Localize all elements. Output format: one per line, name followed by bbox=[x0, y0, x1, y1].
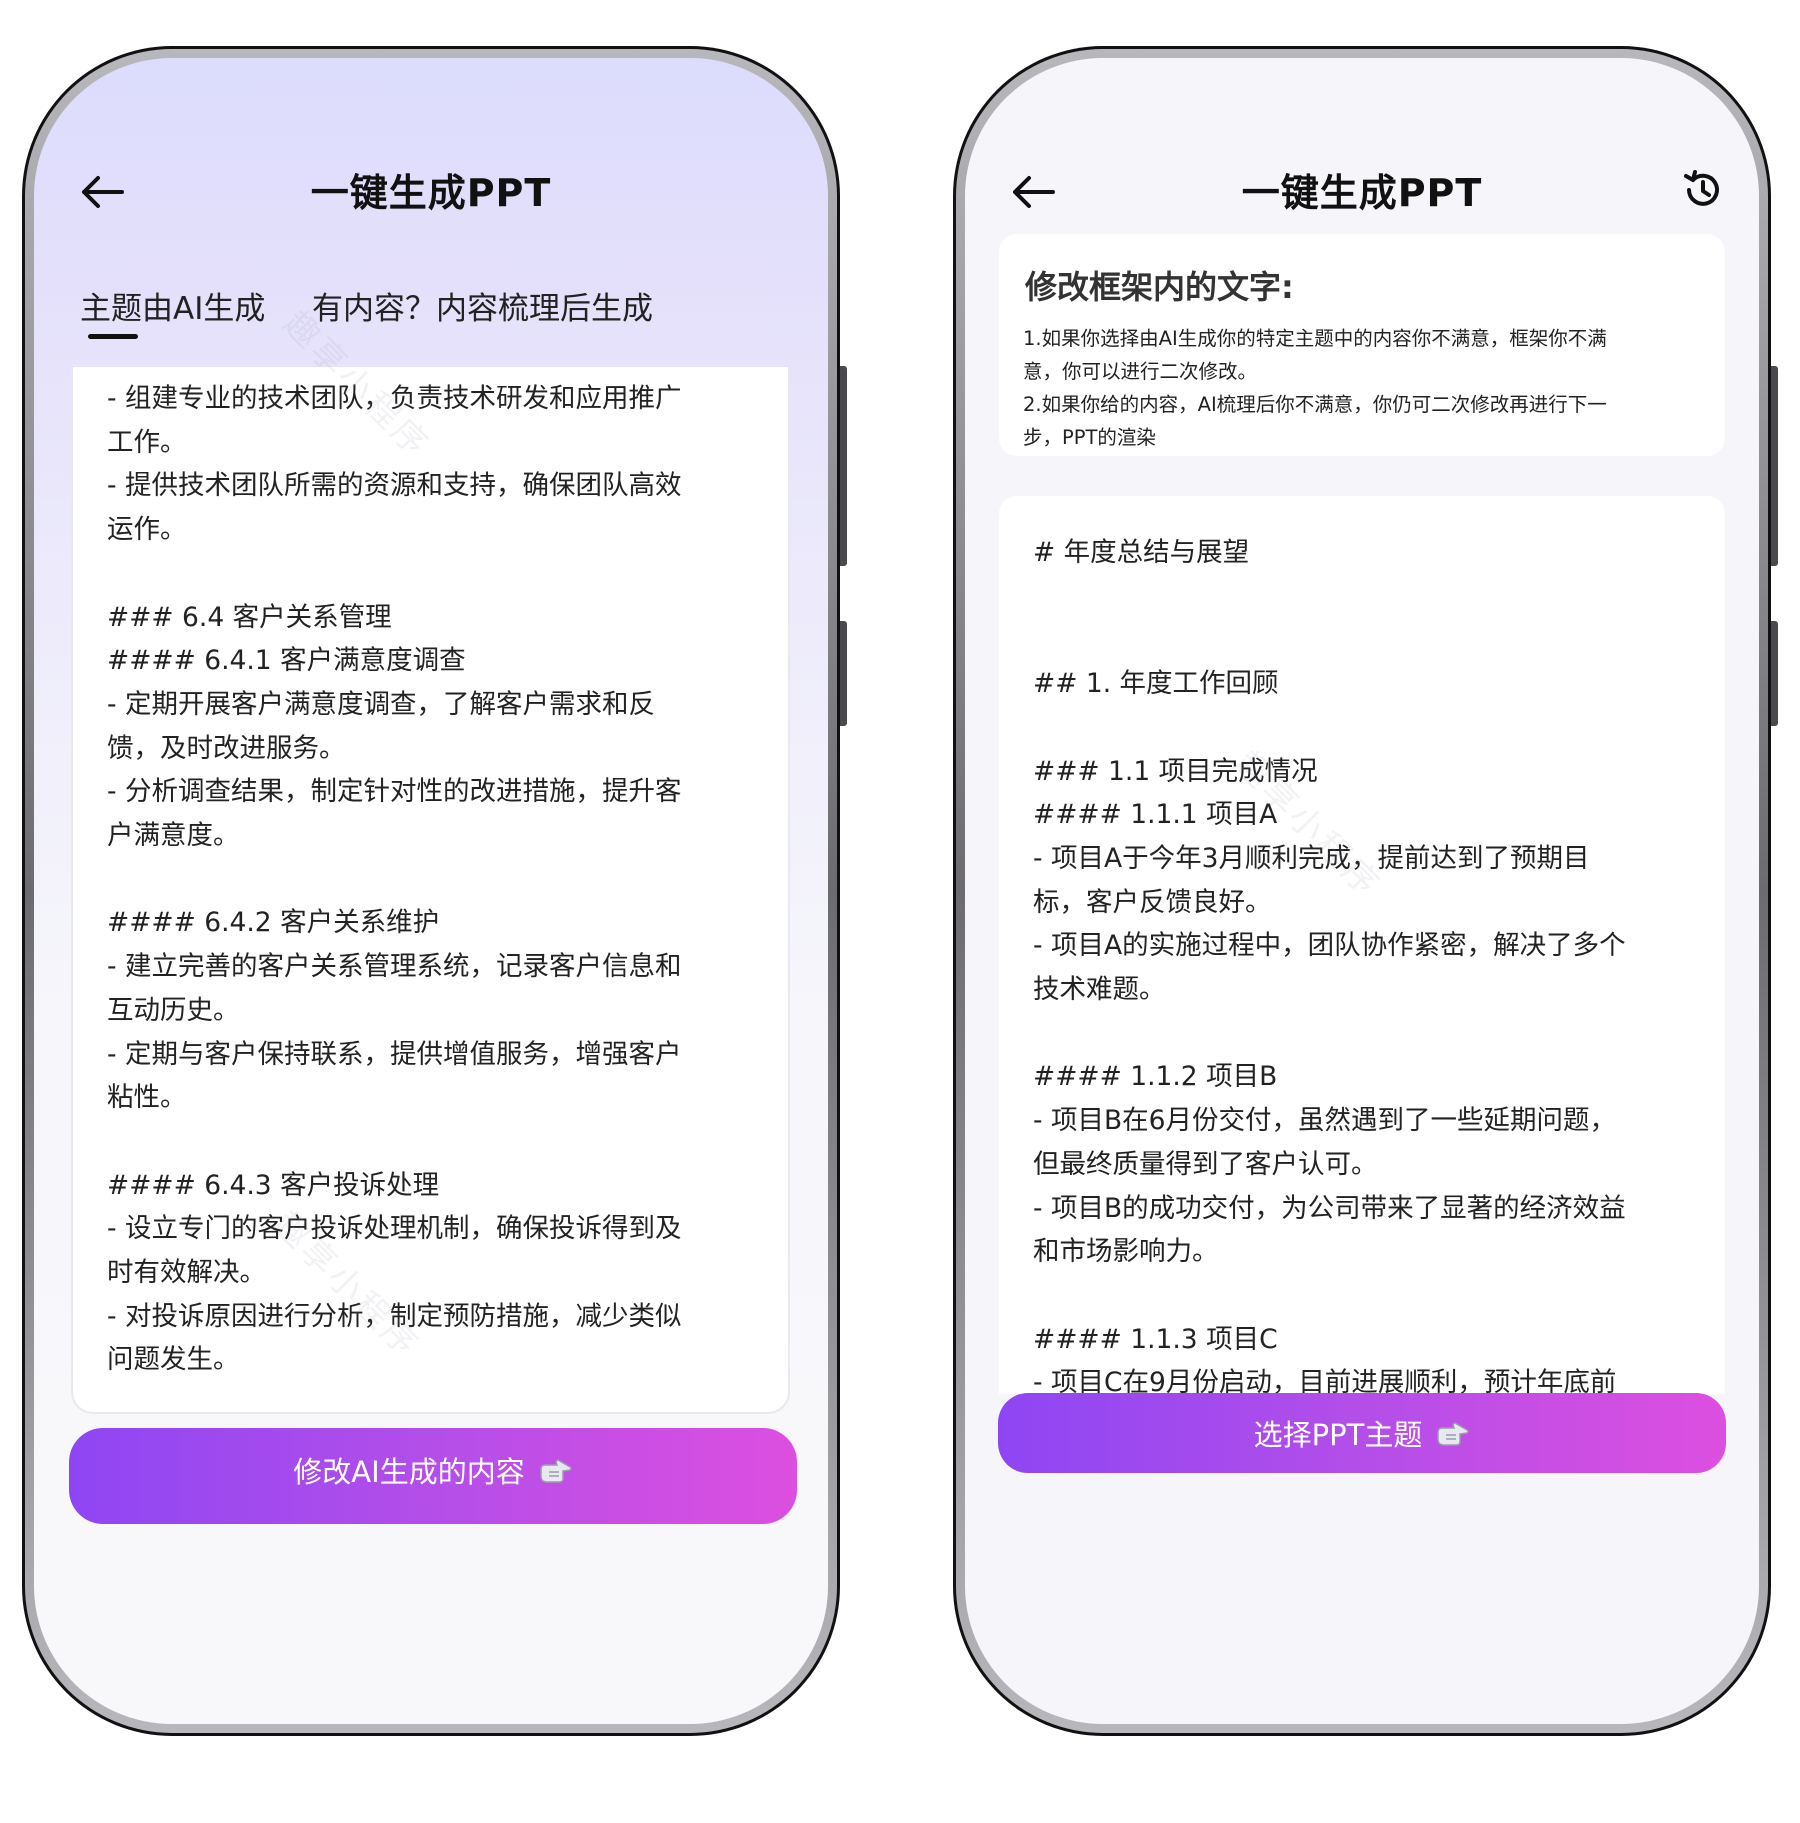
select-ppt-theme-label: 选择PPT主题 bbox=[1253, 1418, 1423, 1452]
side-button bbox=[840, 621, 847, 726]
outline-editor-text[interactable]: # 年度总结与展望 ## 1. 年度工作回顾 ### 1.1 项目完成情况 ##… bbox=[999, 496, 1725, 1394]
generated-content-text[interactable]: - 组建专业的技术团队，负责技术研发和应用推广 工作。 - 提供技术团队所需的资… bbox=[73, 367, 788, 1412]
top-bar: 一键生成PPT bbox=[965, 158, 1759, 228]
select-ppt-theme-button[interactable]: 选择PPT主题 bbox=[998, 1393, 1726, 1473]
phone-frame-left: 一键生成PPT 主题由AI生成 有内容？内容梳理后生成 - 组建专业的技术团队，… bbox=[22, 46, 847, 1736]
pointing-hand-icon bbox=[539, 1459, 572, 1483]
side-button bbox=[840, 366, 847, 566]
pointing-hand-icon bbox=[1437, 1422, 1470, 1446]
notice-line: 2.如果你给的内容，AI梳理后你不满意，你仍可二次修改再进行下一 bbox=[1023, 393, 1607, 416]
top-bar: 一键生成PPT bbox=[34, 158, 828, 228]
tab-active-indicator bbox=[88, 334, 138, 339]
outline-editor[interactable]: # 年度总结与展望 ## 1. 年度工作回顾 ### 1.1 项目完成情况 ##… bbox=[999, 496, 1725, 1394]
notice-title: 修改框架内的文字: bbox=[1025, 268, 1294, 306]
history-clock-icon[interactable] bbox=[1681, 168, 1725, 212]
modify-ai-content-label: 修改AI生成的内容 bbox=[293, 1455, 525, 1489]
screen-left: 一键生成PPT 主题由AI生成 有内容？内容梳理后生成 - 组建专业的技术团队，… bbox=[34, 58, 828, 1724]
notice-card: 修改框架内的文字: 1.如果你选择由AI生成你的特定主题中的内容你不满意，框架你… bbox=[999, 234, 1725, 456]
page-title: 一键生成PPT bbox=[1241, 171, 1483, 215]
notice-line: 步，PPT的渲染 bbox=[1023, 426, 1156, 449]
notice-line: 意，你可以进行二次修改。 bbox=[1023, 360, 1258, 383]
notice-line: 1.如果你选择由AI生成你的特定主题中的内容你不满意，框架你不满 bbox=[1023, 327, 1607, 350]
generated-content-area[interactable]: - 组建专业的技术团队，负责技术研发和应用推广 工作。 - 提供技术团队所需的资… bbox=[71, 367, 790, 1414]
notice-body: 1.如果你选择由AI生成你的特定主题中的内容你不满意，框架你不满 意，你可以进行… bbox=[1023, 322, 1695, 454]
tab-content-organize[interactable]: 有内容？内容梳理后生成 bbox=[312, 283, 653, 328]
side-button bbox=[1771, 621, 1778, 726]
side-button bbox=[1771, 366, 1778, 566]
tab-ai-topic[interactable]: 主题由AI生成 bbox=[80, 283, 265, 328]
screen-right: 一键生成PPT 修改框架内的文字: 1.如果你选择由AI生成你的特定主题中的内容… bbox=[965, 58, 1759, 1724]
modify-ai-content-button[interactable]: 修改AI生成的内容 bbox=[69, 1428, 797, 1524]
phone-frame-right: 一键生成PPT 修改框架内的文字: 1.如果你选择由AI生成你的特定主题中的内容… bbox=[953, 46, 1778, 1736]
page-title: 一键生成PPT bbox=[310, 171, 552, 215]
tab-bar: 主题由AI生成 有内容？内容梳理后生成 bbox=[80, 283, 800, 343]
